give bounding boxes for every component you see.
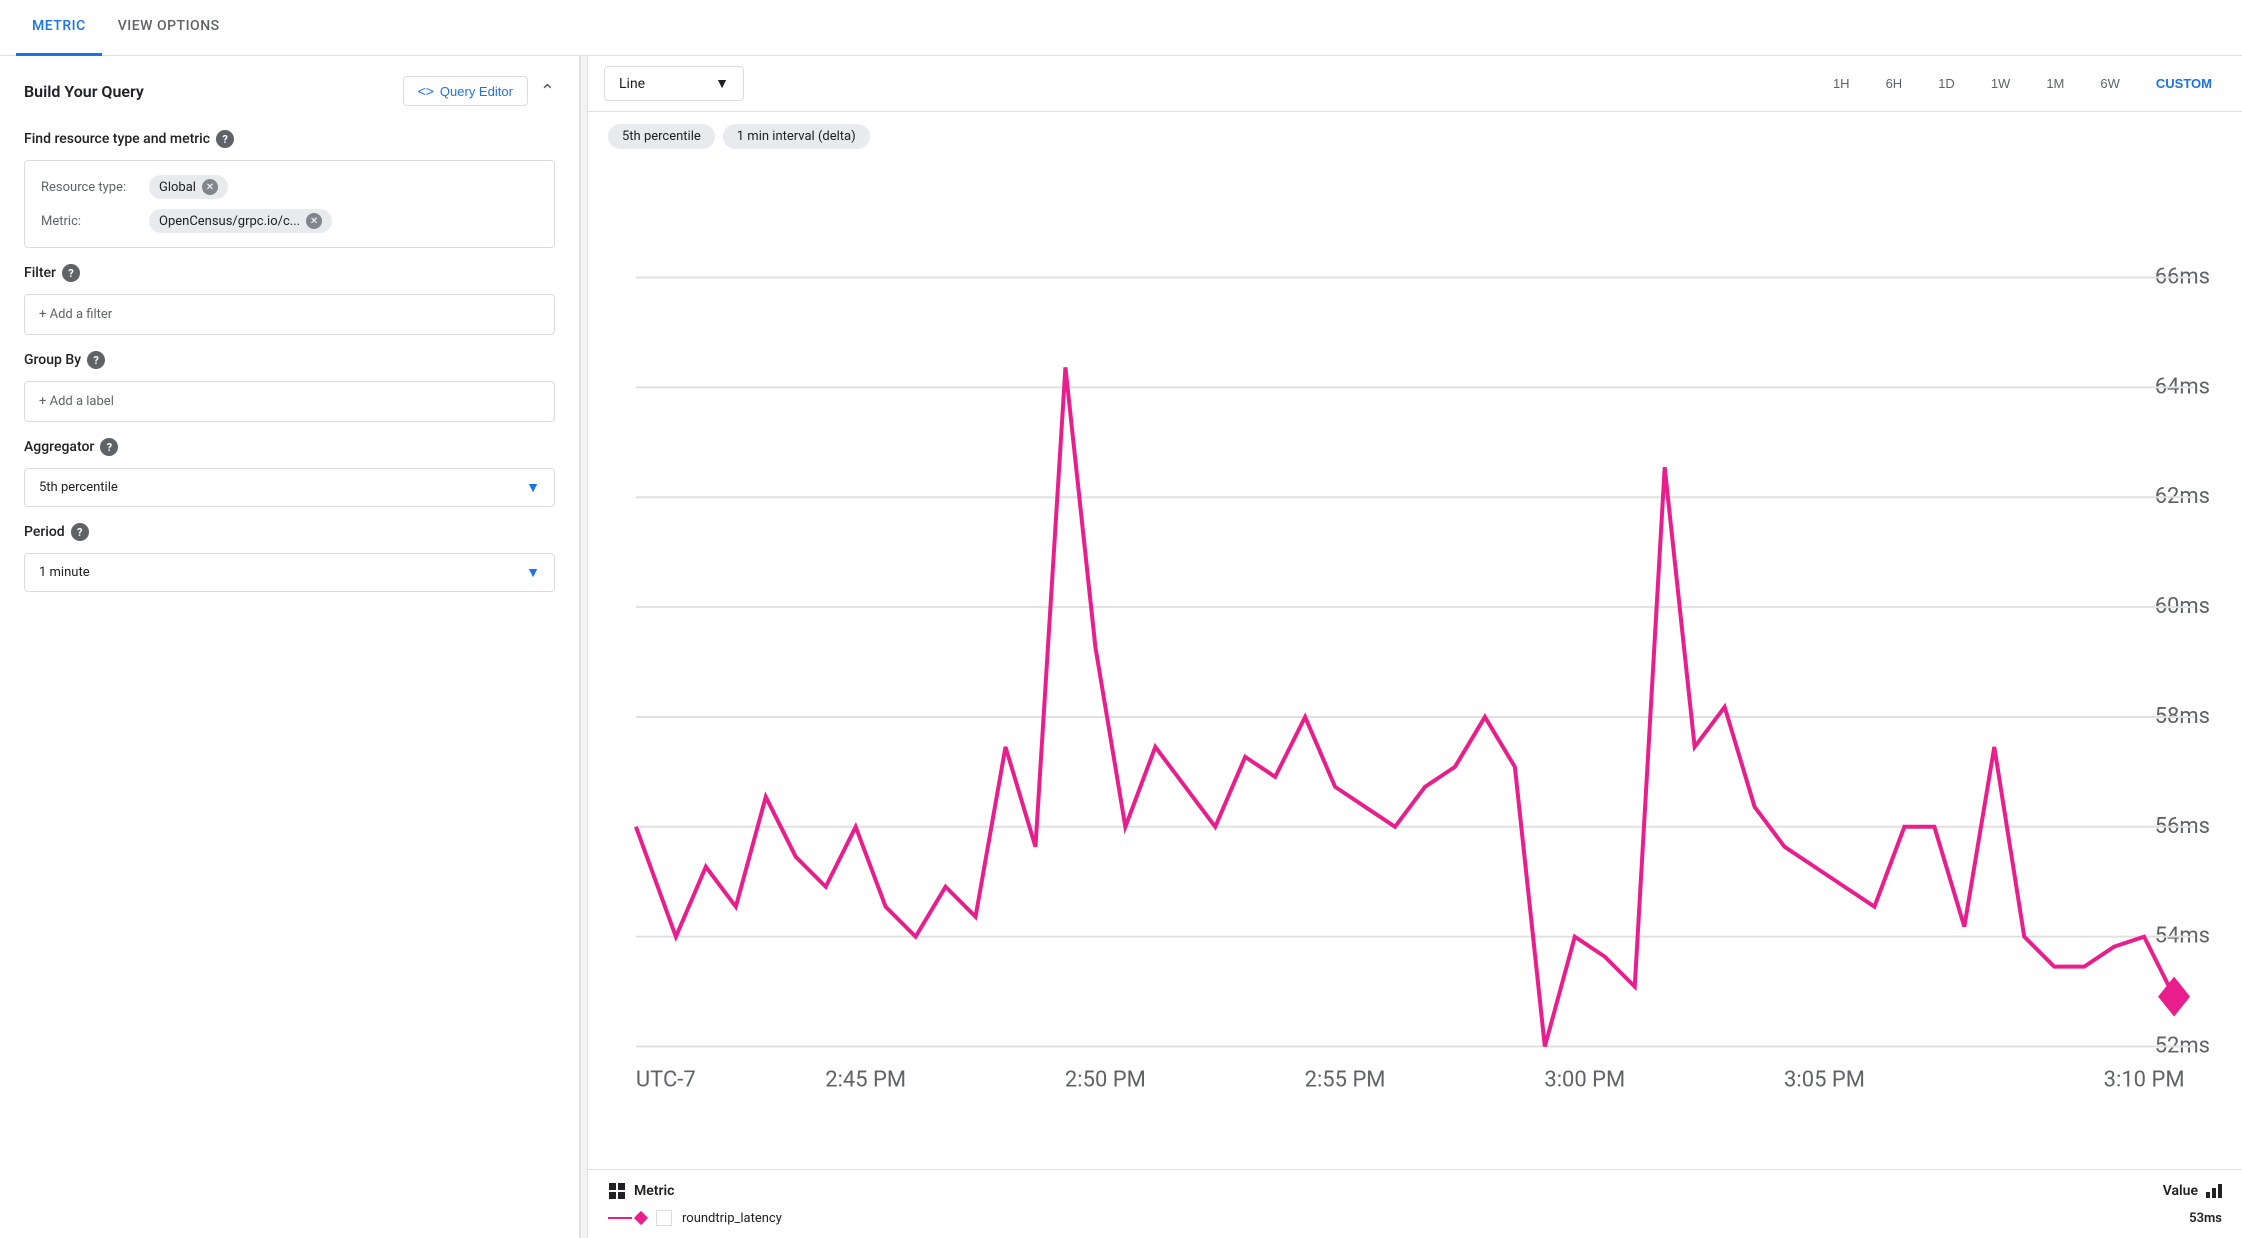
- panel-divider: [580, 56, 588, 1238]
- chart-legend: Metric Value roundtr: [588, 1169, 2242, 1238]
- time-btn-1h[interactable]: 1H: [1819, 68, 1864, 99]
- legend-metric-value: 53ms: [2189, 1211, 2222, 1226]
- time-btn-1m[interactable]: 1M: [2032, 68, 2078, 99]
- aggregator-text: Aggregator: [24, 439, 94, 455]
- legend-metric-name: roundtrip_latency: [682, 1211, 782, 1226]
- chart-type-chevron-icon: ▼: [715, 75, 729, 92]
- build-query-actions: <> Query Editor ⌃: [403, 76, 555, 106]
- aggregator-value: 5th percentile: [39, 480, 118, 495]
- time-btn-1d[interactable]: 1D: [1924, 68, 1969, 99]
- chart-container: 66ms 64ms 62ms 60ms 58ms 56ms 54ms 52ms …: [596, 157, 2234, 1169]
- legend-grid-icon: [608, 1182, 626, 1200]
- query-editor-label: Query Editor: [440, 84, 513, 99]
- collapse-button[interactable]: ⌃: [540, 81, 555, 102]
- build-query-header: Build Your Query <> Query Editor ⌃: [24, 76, 555, 106]
- group-by-section-label: Group By ?: [24, 351, 555, 369]
- svg-text:2:50 PM: 2:50 PM: [1065, 1067, 1146, 1092]
- chart-type-label: Line: [619, 76, 645, 92]
- filter-text: Filter: [24, 265, 56, 281]
- resource-type-close-icon[interactable]: ✕: [202, 179, 218, 195]
- main-layout: Build Your Query <> Query Editor ⌃ Find …: [0, 56, 2242, 1238]
- chart-badges: 5th percentile 1 min interval (delta): [588, 112, 2242, 157]
- time-btn-1w[interactable]: 1W: [1977, 68, 2025, 99]
- chart-type-select[interactable]: Line ▼: [604, 66, 744, 101]
- legend-color-square: [656, 1210, 672, 1226]
- svg-text:3:00 PM: 3:00 PM: [1544, 1067, 1625, 1092]
- metric-label: Metric:: [41, 214, 141, 229]
- badge-interval: 1 min interval (delta): [723, 124, 870, 149]
- filter-section-label: Filter ?: [24, 264, 555, 282]
- legend-value-label: Value: [2163, 1183, 2198, 1199]
- legend-metric-label: Metric: [634, 1183, 674, 1199]
- period-section-label: Period ?: [24, 523, 555, 541]
- resource-type-label: Resource type:: [41, 180, 141, 195]
- aggregator-select[interactable]: 5th percentile ▼: [24, 468, 555, 507]
- svg-text:UTC-7: UTC-7: [636, 1067, 696, 1092]
- add-label-box[interactable]: + Add a label: [24, 381, 555, 422]
- metric-value: OpenCensus/grpc.io/c...: [159, 214, 300, 229]
- aggregator-section-label: Aggregator ?: [24, 438, 555, 456]
- legend-header: Metric Value: [608, 1182, 2222, 1200]
- add-filter-box[interactable]: + Add a filter: [24, 294, 555, 335]
- legend-diamond-icon: [634, 1211, 648, 1225]
- find-resource-help-icon[interactable]: ?: [216, 130, 234, 148]
- group-by-help-icon[interactable]: ?: [87, 351, 105, 369]
- legend-header-left: Metric: [608, 1182, 674, 1200]
- svg-text:2:55 PM: 2:55 PM: [1305, 1067, 1386, 1092]
- chart-line: [636, 367, 2174, 1046]
- metric-chip[interactable]: OpenCensus/grpc.io/c... ✕: [149, 209, 332, 233]
- legend-row-0: roundtrip_latency 53ms: [608, 1210, 2222, 1226]
- badge-percentile: 5th percentile: [608, 124, 715, 149]
- group-by-text: Group By: [24, 352, 81, 368]
- aggregator-help-icon[interactable]: ?: [100, 438, 118, 456]
- metric-row: Metric: OpenCensus/grpc.io/c... ✕: [41, 209, 538, 233]
- find-resource-section-label: Find resource type and metric ?: [24, 130, 555, 148]
- metric-close-icon[interactable]: ✕: [306, 213, 322, 229]
- tab-view-options[interactable]: VIEW OPTIONS: [102, 0, 236, 56]
- resource-type-chip[interactable]: Global ✕: [149, 175, 228, 199]
- chart-svg: 66ms 64ms 62ms 60ms 58ms 56ms 54ms 52ms …: [596, 165, 2234, 1169]
- time-btn-6w[interactable]: 6W: [2086, 68, 2134, 99]
- resource-metric-box: Resource type: Global ✕ Metric: OpenCens…: [24, 160, 555, 248]
- period-chevron-icon: ▼: [526, 564, 540, 581]
- left-panel: Build Your Query <> Query Editor ⌃ Find …: [0, 56, 580, 1238]
- find-resource-text: Find resource type and metric: [24, 131, 210, 147]
- legend-bars-icon: [2206, 1184, 2222, 1198]
- tab-bar: METRIC VIEW OPTIONS: [0, 0, 2242, 56]
- time-btn-custom[interactable]: CUSTOM: [2142, 68, 2226, 99]
- tab-metric[interactable]: METRIC: [16, 0, 102, 56]
- end-point-diamond: [2158, 977, 2190, 1017]
- svg-text:3:10 PM: 3:10 PM: [2104, 1067, 2185, 1092]
- query-editor-button[interactable]: <> Query Editor: [403, 76, 528, 106]
- resource-type-value: Global: [159, 180, 196, 195]
- svg-text:3:05 PM: 3:05 PM: [1784, 1067, 1865, 1092]
- build-query-title: Build Your Query: [24, 82, 144, 101]
- period-value: 1 minute: [39, 565, 90, 580]
- code-icon: <>: [418, 83, 434, 99]
- right-panel: Line ▼ 1H 6H 1D 1W 1M 6W CUSTOM 5th perc…: [588, 56, 2242, 1238]
- period-select[interactable]: 1 minute ▼: [24, 553, 555, 592]
- period-text: Period: [24, 524, 65, 540]
- filter-help-icon[interactable]: ?: [62, 264, 80, 282]
- legend-dash-icon: [608, 1217, 632, 1219]
- period-help-icon[interactable]: ?: [71, 523, 89, 541]
- chart-controls: Line ▼ 1H 6H 1D 1W 1M 6W CUSTOM: [588, 56, 2242, 112]
- time-btn-6h[interactable]: 6H: [1872, 68, 1917, 99]
- legend-line-indicator: [608, 1213, 646, 1223]
- svg-text:2:45 PM: 2:45 PM: [825, 1067, 906, 1092]
- aggregator-chevron-icon: ▼: [526, 479, 540, 496]
- resource-type-row: Resource type: Global ✕: [41, 175, 538, 199]
- legend-value-area: Value: [2163, 1183, 2222, 1199]
